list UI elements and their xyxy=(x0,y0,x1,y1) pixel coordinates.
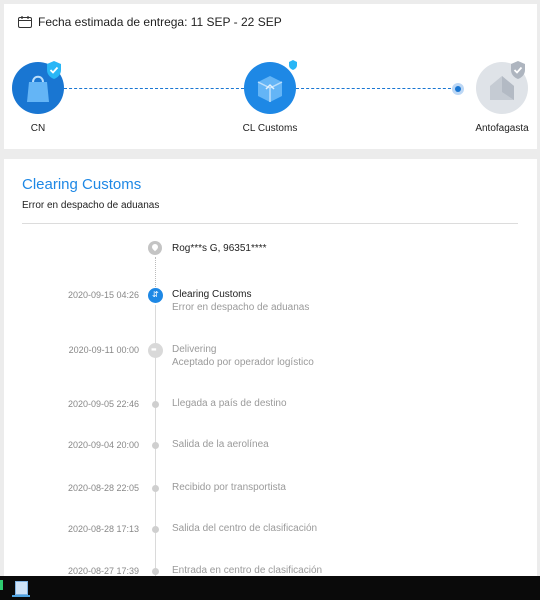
notepad-app-icon[interactable] xyxy=(12,579,30,597)
timeline-event: 2020-09-11 00:00 Delivering Aceptado por… xyxy=(4,343,537,374)
event-title: Delivering xyxy=(172,344,217,355)
event-date: 2020-09-05 22:46 xyxy=(67,399,139,409)
event-date: 2020-08-27 17:39 xyxy=(67,566,139,576)
timeline-dot xyxy=(152,568,159,575)
timeline-dot xyxy=(152,485,159,492)
timeline-event: 2020-09-04 20:00 Salida de la aerolínea xyxy=(4,439,537,469)
timeline-event: 2020-08-28 22:05 Recibido por transporti… xyxy=(4,482,537,512)
taskbar-edge-indicator xyxy=(0,580,3,590)
timeline-event: 2020-08-28 17:13 Salida del centro de cl… xyxy=(4,523,537,553)
event-date: 2020-09-11 00:00 xyxy=(68,345,139,355)
alert-shield-icon xyxy=(289,60,297,70)
timeline-event: 2020-09-15 04:26 Clearing Customs Error … xyxy=(4,288,537,319)
route-label-customs: CL Customs xyxy=(242,123,298,134)
event-title: Recibido por transportista xyxy=(172,482,286,493)
status-title: Clearing Customs xyxy=(22,176,142,193)
route-segment-done xyxy=(64,88,244,89)
route-card: Fecha estimada de entrega: 11 SEP - 22 S… xyxy=(4,4,537,149)
route-track: CN CL Customs Antofagasta xyxy=(4,4,537,149)
verified-shield-icon xyxy=(47,61,61,79)
tracking-details-card: Clearing Customs Error en despacho de ad… xyxy=(4,159,537,585)
recipient-text: Rog***s G, 96351**** xyxy=(172,242,267,254)
customs-transfer-icon xyxy=(148,288,163,303)
timeline-dot xyxy=(152,401,159,408)
timeline-connector xyxy=(155,257,156,287)
event-title: Clearing Customs xyxy=(172,289,252,300)
route-label-destination: Antofagasta xyxy=(475,123,529,134)
delivery-truck-icon xyxy=(148,343,163,358)
event-date: 2020-09-04 20:00 xyxy=(67,440,139,450)
current-position-dot xyxy=(452,83,464,95)
divider xyxy=(22,223,518,224)
event-title: Entrada en centro de clasificación xyxy=(172,565,323,576)
location-pin-icon xyxy=(148,241,162,255)
event-title: Salida de la aerolínea xyxy=(172,439,269,450)
event-date: 2020-09-15 04:26 xyxy=(67,290,139,300)
timeline-dot xyxy=(152,442,159,449)
taskbar xyxy=(0,576,540,600)
timeline-dot xyxy=(152,526,159,533)
event-title: Llegada a país de destino xyxy=(172,398,287,409)
timeline-event: 2020-09-05 22:46 Llegada a país de desti… xyxy=(4,398,537,428)
status-subtitle: Error en despacho de aduanas xyxy=(22,200,160,211)
pending-shield-icon xyxy=(511,61,525,79)
event-description: Error en despacho de aduanas xyxy=(172,302,310,313)
route-segment-pending xyxy=(296,88,456,89)
recipient-row: Rog***s G, 96351**** xyxy=(148,241,267,255)
route-label-origin: CN xyxy=(30,123,46,134)
event-date: 2020-08-28 22:05 xyxy=(67,483,139,493)
event-description: Aceptado por operador logístico xyxy=(172,357,314,368)
event-title: Salida del centro de clasificación xyxy=(172,523,318,534)
event-date: 2020-08-28 17:13 xyxy=(67,524,139,534)
